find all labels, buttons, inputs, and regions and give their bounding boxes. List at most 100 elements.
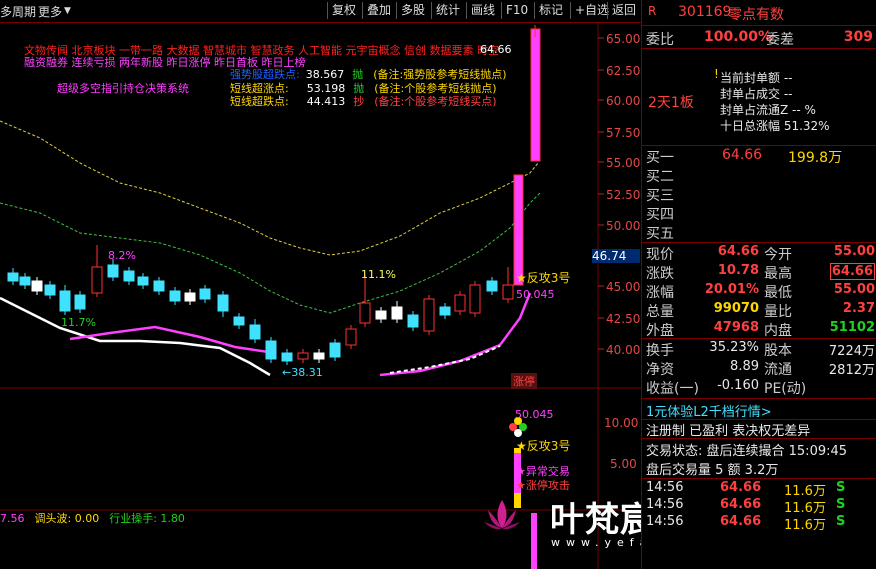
buy-price: 64.66 [722,147,763,163]
toolbar-button-duogu[interactable]: 多股 [396,2,429,19]
indicator-title: 超级多空指引持仓决策系统 [57,82,189,95]
candle-body [169,290,181,302]
stock-code: 301169 [678,4,732,20]
price-tick: 42.50 [606,312,641,326]
tick-price: 64.66 [720,497,762,512]
stats-value-right: 2812万 [828,363,875,378]
upper-band-line [0,120,539,256]
more-arrow-icon[interactable]: ▼ [64,6,71,16]
more-menu[interactable]: 更多 [38,3,62,20]
candle-body [439,306,451,316]
toolbar-button-f10[interactable]: F10 [501,2,532,19]
candle-body [375,310,387,320]
buy-label: 买一 [646,150,674,166]
pct-label-a: 8.2% [108,249,136,262]
candle-body [391,306,403,320]
tick-row: 14:56 64.66 11.6万 S [642,480,876,499]
buy-label: 买二 [646,169,674,185]
tick-time: 14:56 [646,480,684,495]
stats-label-right: 流通 [764,362,792,378]
quote-label-left: 涨跌 [646,266,674,282]
tick-time: 14:56 [646,514,684,529]
trend-line-c [389,345,501,374]
quote-label-left: 外盘 [646,323,674,339]
candle-body [59,290,71,312]
indicator-name: 短线超跌点: [230,95,289,108]
tick-price: 64.66 [720,514,762,529]
trade-state: 交易状态: 盘后连续撮合 15:09:45 [646,444,848,459]
quote-value-right: 64.66 [829,263,875,280]
stats-label-left: 净资 [646,362,674,378]
bottom-indicator-item: 调头波: 0.00 [34,512,100,525]
candle-body [407,314,419,328]
candle-body [74,294,86,310]
quote-value-left: 47968 [713,320,759,335]
price-tick: 65.00 [606,32,641,46]
sub-tick-10: 10.00 [604,416,639,430]
period-menu[interactable]: 多周期 [0,3,36,20]
reverse-attack-label: ★反攻3号 [516,271,571,285]
tick-side: S [836,497,846,512]
r-icon: R [648,4,657,18]
candle-body [359,302,371,324]
quote-value-left: 99070 [713,301,759,316]
quote-label-right: 内盘 [764,323,792,339]
pct-label-b: 11.7% [61,316,96,329]
buy-order-row: 买二 [642,166,876,185]
indicator-value: 44.413 [306,95,346,108]
seal-item: 封单占流通Z -- % [720,103,816,117]
quote-label-left: 现价 [646,247,674,263]
price-tick: 62.50 [606,64,641,78]
tick-volume: 11.6万 [784,518,826,533]
candle-body [423,298,435,332]
tick-price: 64.66 [720,480,762,495]
stats-label-left: 换手 [646,343,674,359]
promo-link[interactable]: 1元体验L2千档行情> [642,401,876,420]
quote-value-right: 55.00 [833,282,875,297]
stats-row: 净资 8.89 流通 2812万 [642,359,876,378]
toolbar-button-biaoji[interactable]: 标记 [534,2,567,19]
quote-value-right: 2.37 [842,301,875,316]
seal-item: 十日总涨幅 51.32% [720,119,830,133]
candle-body [502,284,514,300]
candle-body [7,272,19,282]
high-price-marker: 64.66 [480,43,512,56]
sub-volume-bar [531,513,537,569]
candle-body [107,264,119,278]
buy-label: 买四 [646,207,674,223]
quote-row: 涨跌 10.78 最高 64.66 [642,263,876,282]
price-tick: 52.50 [606,188,641,202]
toolbar-button-fuquan[interactable]: 复权 [327,2,360,19]
quote-value-right: 55.00 [833,244,875,259]
seal-bullet-icon: ! [714,67,719,81]
stats-value-left: -0.160 [717,378,759,393]
toolbar-button-fanhui[interactable]: 返回 [607,2,640,19]
stats-label-left: 收益(一) [646,381,699,397]
bottom-indicator-bar: 7.56 调头波: 0.00 行业操手: 1.80 [0,510,195,526]
candle-body [153,280,165,292]
toolbar-button-diejia[interactable]: 叠加 [362,2,395,19]
candle-body [249,324,261,340]
tick-side: S [836,480,846,495]
price-tick: 55.00 [606,156,641,170]
sub-reverse-label: ★反攻3号 [516,439,571,453]
buy-order-row: 买三 [642,185,876,204]
low-price-marker: ←38.31 [282,366,323,379]
bottom-indicator-item: 7.56 [0,512,25,525]
quote-label-left: 涨幅 [646,285,674,301]
toolbar-button-huaxian[interactable]: 画线 [466,2,499,19]
limit-up-tag: 涨停 [511,373,537,389]
seal-item: 封单占成交 -- [720,87,793,101]
toolbar-button-tongji[interactable]: 统计 [431,2,464,19]
price-tick: 40.00 [606,343,641,357]
quote-label-right: 今开 [764,247,792,263]
line-value-label: 50.045 [516,288,555,301]
board-tag: 2天1板 [648,95,694,111]
quote-value-right: 51102 [829,320,875,335]
buy-order-row: 买一 64.66 199.8万 [642,147,876,166]
stock-name: 零点有数 [728,7,784,23]
price-tick: 57.50 [606,126,641,140]
quote-row: 现价 64.66 今开 55.00 [642,244,876,263]
candle-body [486,280,498,292]
stats-value-right: 7224万 [828,344,875,359]
